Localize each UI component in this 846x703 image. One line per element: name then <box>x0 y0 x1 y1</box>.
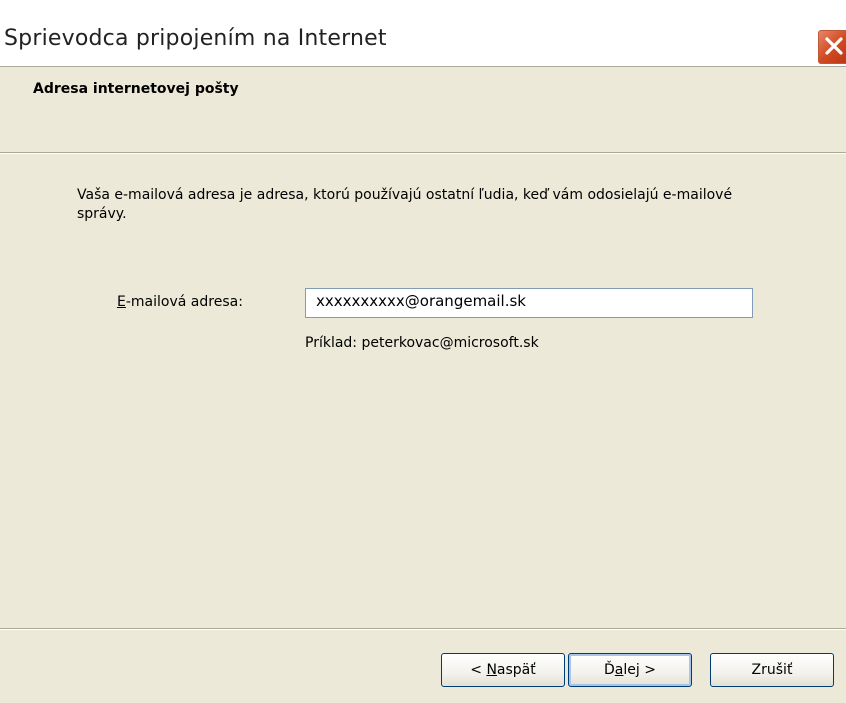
back-button-label: aspäť <box>496 662 536 678</box>
email-field[interactable]: xxxxxxxxxx@orangemail.sk <box>305 288 753 318</box>
back-button-prefix: < <box>470 662 487 678</box>
cancel-button[interactable]: Zrušiť <box>710 653 834 687</box>
next-button-label: lej > <box>623 662 656 678</box>
description-text: Vaša e-mailová adresa je adresa, ktorú p… <box>77 187 733 222</box>
back-button[interactable]: < Naspäť <box>441 653 565 687</box>
email-label-text: -mailová adresa: <box>125 294 243 310</box>
wizard-window: Sprievodca pripojením na Internet Adresa… <box>0 0 846 703</box>
back-button-accelerator: N <box>486 662 497 678</box>
wizard-header: Adresa internetovej pošty <box>0 66 846 153</box>
header-divider-highlight <box>0 153 846 154</box>
email-label: E-mailová adresa: <box>117 294 243 310</box>
window-title: Sprievodca pripojením na Internet <box>4 26 387 51</box>
footer-divider-highlight <box>0 629 846 630</box>
title-bar: Sprievodca pripojením na Internet <box>0 0 846 66</box>
page-title: Adresa internetovej pošty <box>33 81 239 97</box>
next-button[interactable]: Ďalej > <box>568 653 692 687</box>
example-hint: Príklad: peterkovac@microsoft.sk <box>305 335 539 351</box>
close-icon <box>825 37 843 55</box>
close-button[interactable] <box>817 29 846 65</box>
next-button-prefix: Ď <box>604 662 615 678</box>
email-label-accelerator: E <box>117 294 126 310</box>
